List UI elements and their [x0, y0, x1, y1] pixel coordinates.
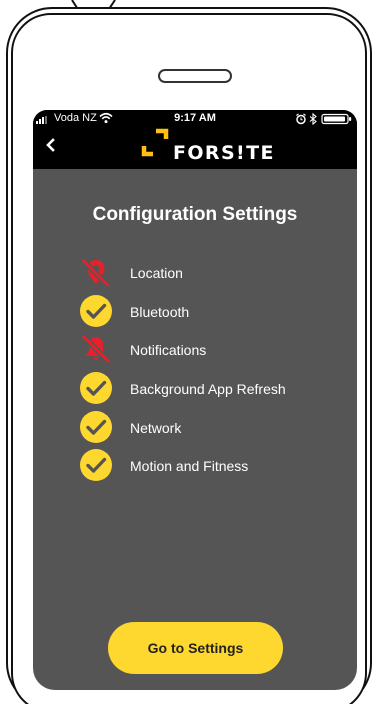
location-off-icon — [80, 258, 111, 288]
setting-label: Location — [130, 265, 183, 281]
notifications-off-icon — [81, 334, 111, 365]
go-to-settings-button[interactable]: Go to Settings — [108, 622, 283, 674]
list-item-background-app-refresh: Background App Refresh — [79, 371, 339, 410]
page-title: Configuration Settings — [92, 204, 298, 225]
back-button[interactable] — [41, 134, 61, 156]
status-icons-right — [296, 113, 352, 125]
check-circle-icon — [80, 372, 112, 405]
check-circle-icon — [80, 294, 112, 327]
logo-wordmark: FORS!TE — [173, 142, 275, 164]
check-circle-icon — [80, 410, 112, 443]
list-item-network: Network — [79, 410, 339, 449]
forsite-logo: FORS!TE — [141, 128, 273, 164]
check-circle-icon — [80, 449, 112, 482]
setting-label: Bluetooth — [130, 303, 190, 320]
list-item-bluetooth: Bluetooth — [79, 294, 339, 333]
setting-label: Motion and Fitness — [130, 458, 249, 475]
alarm-icon — [296, 113, 306, 125]
setting-label: Network — [130, 419, 182, 436]
logo-bracket-icon — [141, 128, 169, 157]
list-item-location: Location — [79, 255, 339, 294]
status-bar: Voda NZ 9:17 AM — [33, 110, 357, 128]
list-item-motion-and-fitness: Motion and Fitness — [79, 448, 339, 487]
list-item-notifications: Notifications — [79, 332, 339, 371]
battery-icon — [321, 113, 352, 125]
app-header: Voda NZ 9:17 AM FORS!TE — [33, 110, 357, 169]
phone-speaker — [158, 69, 232, 83]
settings-list: Location Bluetooth Notifications Backgro… — [79, 255, 339, 487]
screenshot-canvas: Voda NZ 9:17 AM FORS!TE Configuration Se… — [0, 0, 375, 704]
bluetooth-icon — [309, 113, 317, 125]
phone-screen: Voda NZ 9:17 AM FORS!TE Configuration Se… — [33, 110, 357, 690]
setting-label: Notifications — [130, 342, 207, 359]
setting-label: Background App Refresh — [130, 381, 286, 398]
